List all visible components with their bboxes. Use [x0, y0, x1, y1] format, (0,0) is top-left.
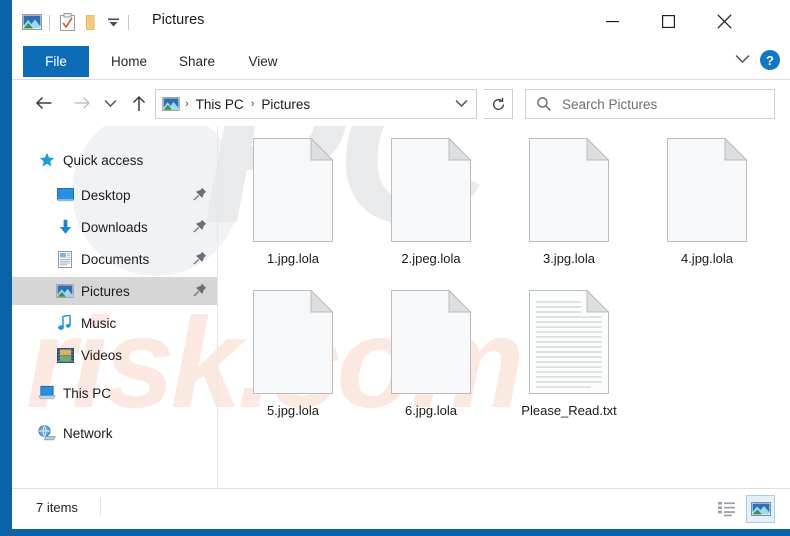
videos-icon	[56, 346, 74, 364]
file-item[interactable]: Please_Read.txt	[506, 286, 632, 418]
close-button[interactable]	[696, 0, 752, 42]
explorer-window: PC risk.com	[0, 0, 790, 536]
help-icon[interactable]: ?	[760, 50, 780, 70]
search-box[interactable]: Search Pictures	[525, 89, 775, 119]
sidebar-label-videos: Videos	[81, 347, 123, 363]
window-client-area: PC risk.com	[12, 0, 790, 529]
large-icons-view-button[interactable]	[746, 495, 775, 523]
file-item[interactable]: 3.jpg.lola	[506, 134, 632, 266]
address-bar[interactable]: › This PC › Pictures	[155, 89, 477, 119]
blank-file-icon	[230, 134, 356, 246]
search-icon	[535, 95, 553, 113]
breadcrumb-this-pc[interactable]: This PC	[194, 97, 246, 112]
star-icon	[38, 151, 56, 169]
explorer-body: Quick access Desktop Downloads Documents…	[12, 126, 790, 488]
desktop-icon	[56, 186, 74, 204]
sidebar-item-desktop[interactable]: Desktop	[12, 181, 217, 209]
sidebar-label-quick-access: Quick access	[63, 152, 144, 168]
sidebar-item-this-pc[interactable]: This PC	[12, 379, 217, 407]
sidebar-item-quick-access[interactable]: Quick access	[12, 146, 217, 174]
chevron-down-icon[interactable]	[735, 51, 750, 69]
blank-file-icon	[644, 134, 770, 246]
sidebar-item-music[interactable]: Music	[12, 309, 217, 337]
file-item[interactable]: 1.jpg.lola	[230, 134, 356, 266]
blank-file-icon	[506, 134, 632, 246]
navigation-bar: › This PC › Pictures Search Pictures	[12, 80, 790, 126]
pin-icon[interactable]	[193, 251, 207, 265]
file-name: 4.jpg.lola	[680, 251, 734, 266]
sidebar-item-videos[interactable]: Videos	[12, 341, 217, 369]
properties-icon[interactable]	[55, 11, 79, 33]
file-name: 5.jpg.lola	[266, 403, 320, 418]
pictures-folder-icon[interactable]	[20, 11, 44, 33]
file-item[interactable]: 4.jpg.lola	[644, 134, 770, 266]
blank-file-icon	[368, 134, 494, 246]
pictures-icon	[56, 282, 74, 300]
recent-locations-icon[interactable]	[100, 91, 120, 115]
qat-divider-1	[49, 14, 50, 30]
back-button[interactable]	[32, 91, 56, 115]
sidebar-label-network: Network	[63, 425, 113, 441]
tab-share[interactable]: Share	[167, 46, 227, 77]
sidebar-label-pictures: Pictures	[81, 283, 130, 299]
minimize-button[interactable]	[584, 0, 640, 42]
sidebar-item-pictures[interactable]: Pictures	[12, 277, 217, 305]
address-location-icon	[162, 96, 180, 112]
music-icon	[56, 314, 74, 332]
file-name: 2.jpeg.lola	[401, 251, 461, 266]
file-name: 3.jpg.lola	[542, 251, 596, 266]
window-title: Pictures	[152, 12, 205, 28]
file-item[interactable]: 2.jpeg.lola	[368, 134, 494, 266]
file-name: 1.jpg.lola	[266, 251, 320, 266]
details-view-button[interactable]	[713, 496, 740, 522]
text-file-icon	[506, 286, 632, 398]
breadcrumb-pictures[interactable]: Pictures	[259, 97, 312, 112]
item-count: 7 items	[36, 500, 78, 515]
sidebar-item-downloads[interactable]: Downloads	[12, 213, 217, 241]
pin-icon[interactable]	[193, 187, 207, 201]
document-icon	[56, 250, 74, 268]
status-bar: 7 items	[12, 489, 790, 529]
sidebar-label-music: Music	[81, 315, 117, 331]
navigation-pane: Quick access Desktop Downloads Documents…	[12, 126, 217, 488]
up-button[interactable]	[127, 91, 151, 115]
sidebar-label-documents: Documents	[81, 251, 150, 267]
address-dropdown-icon[interactable]	[455, 95, 468, 113]
new-folder-icon[interactable]	[79, 11, 103, 33]
sidebar-label-desktop: Desktop	[81, 187, 131, 203]
file-name: Please_Read.txt	[521, 403, 617, 418]
tab-file[interactable]: File	[23, 46, 89, 77]
blank-file-icon	[368, 286, 494, 398]
ribbon-right-controls: ?	[735, 50, 780, 70]
maximize-button[interactable]	[640, 0, 696, 42]
network-icon	[38, 424, 56, 442]
pin-icon[interactable]	[193, 219, 207, 233]
view-toggle-group	[713, 495, 775, 523]
file-item[interactable]: 6.jpg.lola	[368, 286, 494, 418]
quick-access-toolbar	[20, 10, 134, 34]
sidebar-label-downloads: Downloads	[81, 219, 148, 235]
ribbon-tab-bar: File Home Share View ?	[12, 42, 790, 80]
breadcrumb-separator-1[interactable]: ›	[246, 98, 260, 110]
tab-view[interactable]: View	[237, 46, 289, 77]
download-icon	[56, 218, 74, 236]
refresh-button[interactable]	[484, 89, 513, 119]
forward-button	[70, 91, 94, 115]
search-placeholder: Search Pictures	[562, 96, 658, 112]
sidebar-item-network[interactable]: Network	[12, 419, 217, 447]
tab-home[interactable]: Home	[99, 46, 159, 77]
file-item[interactable]: 5.jpg.lola	[230, 286, 356, 418]
customize-caret-icon[interactable]	[103, 11, 123, 33]
sidebar-label-this-pc: This PC	[63, 385, 112, 401]
file-name: 6.jpg.lola	[404, 403, 458, 418]
status-separator	[100, 498, 101, 516]
file-list-view[interactable]: 1.jpg.lola 2.jpeg.lola 3.jpg.lola 4.jpg.…	[218, 126, 790, 488]
qat-divider-2	[128, 14, 129, 30]
blank-file-icon	[230, 286, 356, 398]
this-pc-icon	[38, 384, 56, 402]
breadcrumb-separator-0[interactable]: ›	[180, 98, 194, 110]
pin-icon[interactable]	[193, 283, 207, 297]
title-bar: Pictures	[12, 0, 790, 42]
sidebar-item-documents[interactable]: Documents	[12, 245, 217, 273]
